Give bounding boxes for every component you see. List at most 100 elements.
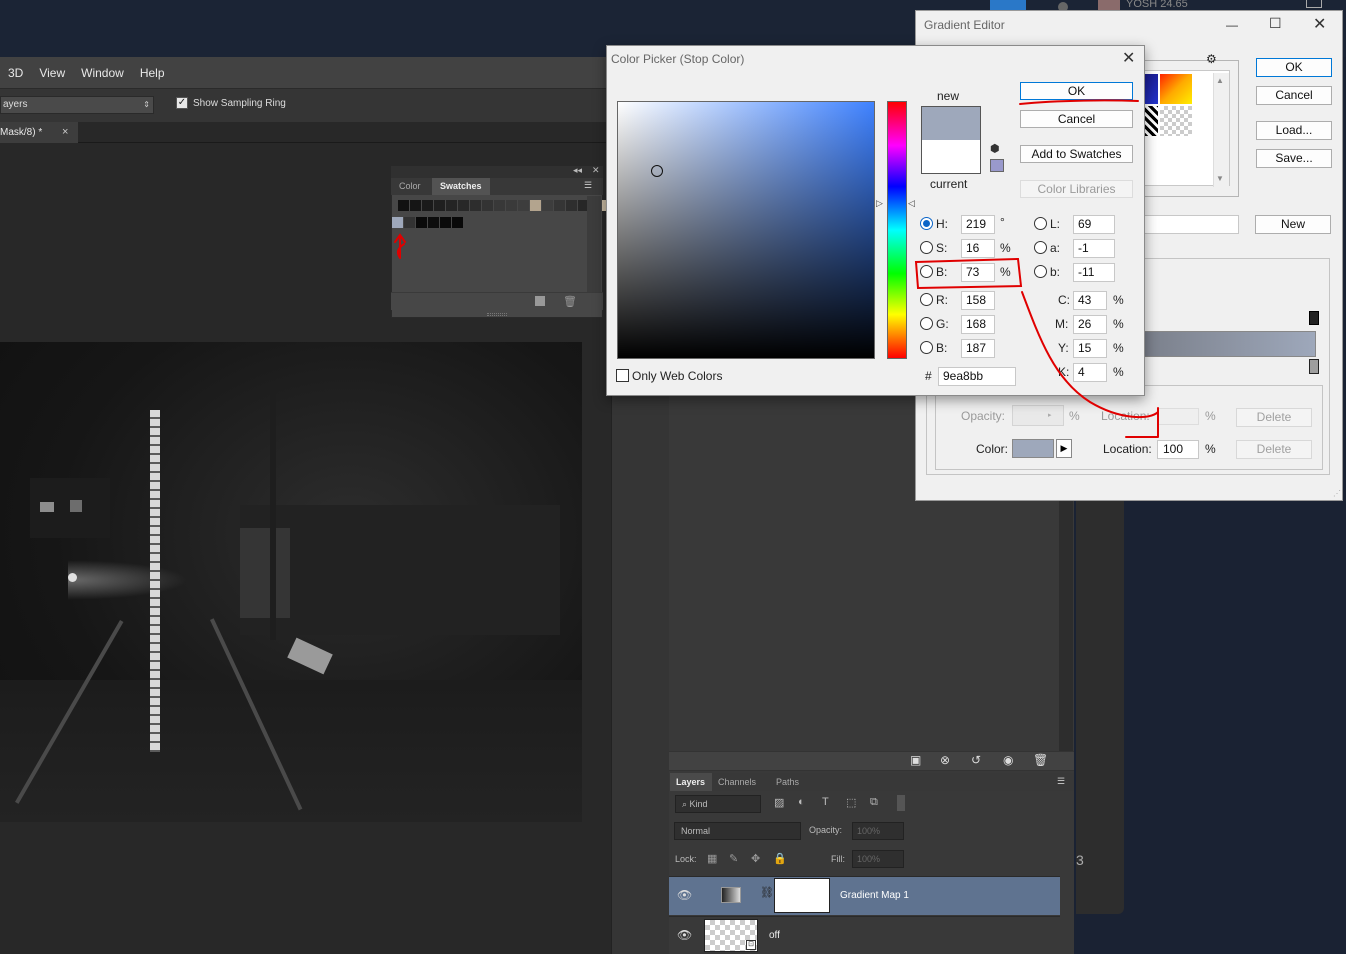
reset-icon[interactable]: ↺: [971, 753, 981, 767]
out-of-gamut-cube-icon[interactable]: ⬢: [990, 142, 1000, 155]
collapse-icon[interactable]: ◂◂: [573, 165, 582, 176]
lock-position-icon[interactable]: ✥: [751, 852, 760, 865]
gear-icon[interactable]: ⚙: [1206, 52, 1217, 66]
saturation-radio[interactable]: [920, 241, 933, 254]
opacity-stop[interactable]: [1309, 311, 1319, 325]
swatch-item[interactable]: [458, 200, 469, 211]
delete-color-stop-button[interactable]: Delete: [1236, 440, 1312, 459]
color-stop[interactable]: [1309, 359, 1319, 374]
swatches-panel-header[interactable]: [391, 166, 603, 178]
swatch-item[interactable]: [482, 200, 493, 211]
maximize-icon[interactable]: ☐: [1269, 15, 1282, 32]
lock-all-icon[interactable]: 🔒: [773, 852, 787, 865]
color-picker-cancel-button[interactable]: Cancel: [1020, 110, 1133, 128]
blue-radio[interactable]: [920, 341, 933, 354]
swatch-item[interactable]: [416, 217, 427, 228]
swatch-item[interactable]: [530, 200, 541, 211]
swatch-item[interactable]: [470, 200, 481, 211]
menu-help[interactable]: Help: [140, 66, 165, 80]
lab-l-input[interactable]: 69: [1073, 215, 1115, 234]
swatch-item[interactable]: [404, 217, 415, 228]
gradient-cancel-button[interactable]: Cancel: [1256, 86, 1332, 105]
yellow-input[interactable]: 15: [1073, 339, 1107, 358]
layer-name[interactable]: Gradient Map 1: [840, 890, 909, 901]
shape-filter-icon[interactable]: ⬚: [846, 796, 856, 809]
gradient-preset[interactable]: [1144, 106, 1158, 136]
visibility-icon[interactable]: ◉: [1003, 753, 1013, 767]
menu-3d[interactable]: 3D: [8, 66, 23, 80]
stop-color-swatch[interactable]: [1012, 439, 1054, 458]
swatch-item[interactable]: [554, 200, 565, 211]
delete-opacity-stop-button[interactable]: Delete: [1236, 408, 1312, 427]
panel-menu-icon[interactable]: ☰: [1057, 776, 1065, 787]
green-input[interactable]: 168: [961, 315, 995, 334]
opacity-location-input[interactable]: [1157, 408, 1199, 425]
link-icon[interactable]: ⊗: [940, 753, 950, 767]
add-to-swatches-button[interactable]: Add to Swatches: [1020, 145, 1133, 163]
color-field[interactable]: [617, 101, 875, 359]
lab-l-radio[interactable]: [1034, 217, 1047, 230]
opacity-slider-arrow-icon[interactable]: ▸: [1048, 411, 1052, 419]
close-icon[interactable]: ✕: [1122, 48, 1135, 68]
pixel-filter-icon[interactable]: ▨: [774, 796, 784, 809]
saturation-input[interactable]: 16: [961, 239, 995, 258]
color-libraries-button[interactable]: Color Libraries: [1020, 180, 1133, 198]
stop-color-menu-arrow-icon[interactable]: ▶: [1056, 439, 1072, 458]
lock-transparency-icon[interactable]: ▦: [707, 852, 717, 865]
hue-radio[interactable]: [920, 217, 933, 230]
opacity-input[interactable]: 100%: [852, 822, 904, 840]
swatch-item[interactable]: [440, 217, 451, 228]
swatch-item[interactable]: [452, 217, 463, 228]
swatch-item[interactable]: [446, 200, 457, 211]
menu-view[interactable]: View: [39, 66, 65, 80]
swatch-item[interactable]: [566, 200, 577, 211]
layer-mask-thumbnail[interactable]: [774, 878, 830, 913]
gradient-save-button[interactable]: Save...: [1256, 149, 1332, 168]
lock-pixels-icon[interactable]: ✎: [729, 852, 738, 865]
hue-input[interactable]: 219: [961, 215, 995, 234]
tab-channels[interactable]: Channels: [718, 773, 756, 791]
swatches-scrollbar[interactable]: [587, 196, 601, 292]
gradient-load-button[interactable]: Load...: [1256, 121, 1332, 140]
cyan-input[interactable]: 43: [1073, 291, 1107, 310]
panel-menu-icon[interactable]: ☰: [584, 180, 592, 191]
kind-filter-select[interactable]: ⌕ Kind: [675, 795, 761, 813]
brightness-radio[interactable]: [920, 265, 933, 278]
magenta-input[interactable]: 26: [1073, 315, 1107, 334]
red-input[interactable]: 158: [961, 291, 995, 310]
presets-scrollbar[interactable]: [1213, 73, 1229, 187]
eye-icon[interactable]: 👁: [677, 928, 692, 942]
lab-b-input[interactable]: -11: [1073, 263, 1115, 282]
gradient-bar[interactable]: [1140, 331, 1316, 357]
web-safe-color-swatch[interactable]: [990, 159, 1004, 172]
gradient-preset[interactable]: [1144, 74, 1158, 104]
new-group-icon[interactable]: ▣: [910, 753, 921, 767]
hex-input[interactable]: 9ea8bb: [938, 367, 1016, 386]
green-radio[interactable]: [920, 317, 933, 330]
fill-input[interactable]: 100%: [852, 850, 904, 868]
close-icon[interactable]: ✕: [1313, 14, 1326, 34]
scroll-down-icon[interactable]: ▼: [1216, 174, 1224, 183]
tab-color[interactable]: Color: [393, 178, 431, 195]
taskbar-window-icon[interactable]: [1306, 0, 1322, 8]
blue-input[interactable]: 187: [961, 339, 995, 358]
swatch-item[interactable]: [494, 200, 505, 211]
swatch-item[interactable]: [422, 200, 433, 211]
swatch-item[interactable]: [518, 200, 529, 211]
trash-icon[interactable]: 🗑: [563, 295, 577, 308]
only-web-colors-checkbox[interactable]: [616, 369, 629, 382]
minimize-icon[interactable]: —: [1226, 18, 1238, 32]
trash-icon[interactable]: 🗑: [1033, 753, 1048, 767]
swatch-item[interactable]: [410, 200, 421, 211]
filter-toggle[interactable]: [897, 795, 905, 811]
tab-swatches[interactable]: Swatches: [432, 178, 490, 195]
color-picker-ok-button[interactable]: OK: [1020, 82, 1133, 100]
swatch-item[interactable]: [506, 200, 517, 211]
eye-icon[interactable]: 👁: [677, 888, 692, 902]
lab-b-radio[interactable]: [1034, 265, 1047, 278]
brightness-input[interactable]: 73: [961, 263, 995, 282]
tab-paths[interactable]: Paths: [776, 773, 799, 791]
sample-layers-select[interactable]: ayers ⇕: [0, 96, 154, 114]
menu-window[interactable]: Window: [81, 66, 124, 80]
new-swatch-icon[interactable]: [535, 296, 545, 306]
